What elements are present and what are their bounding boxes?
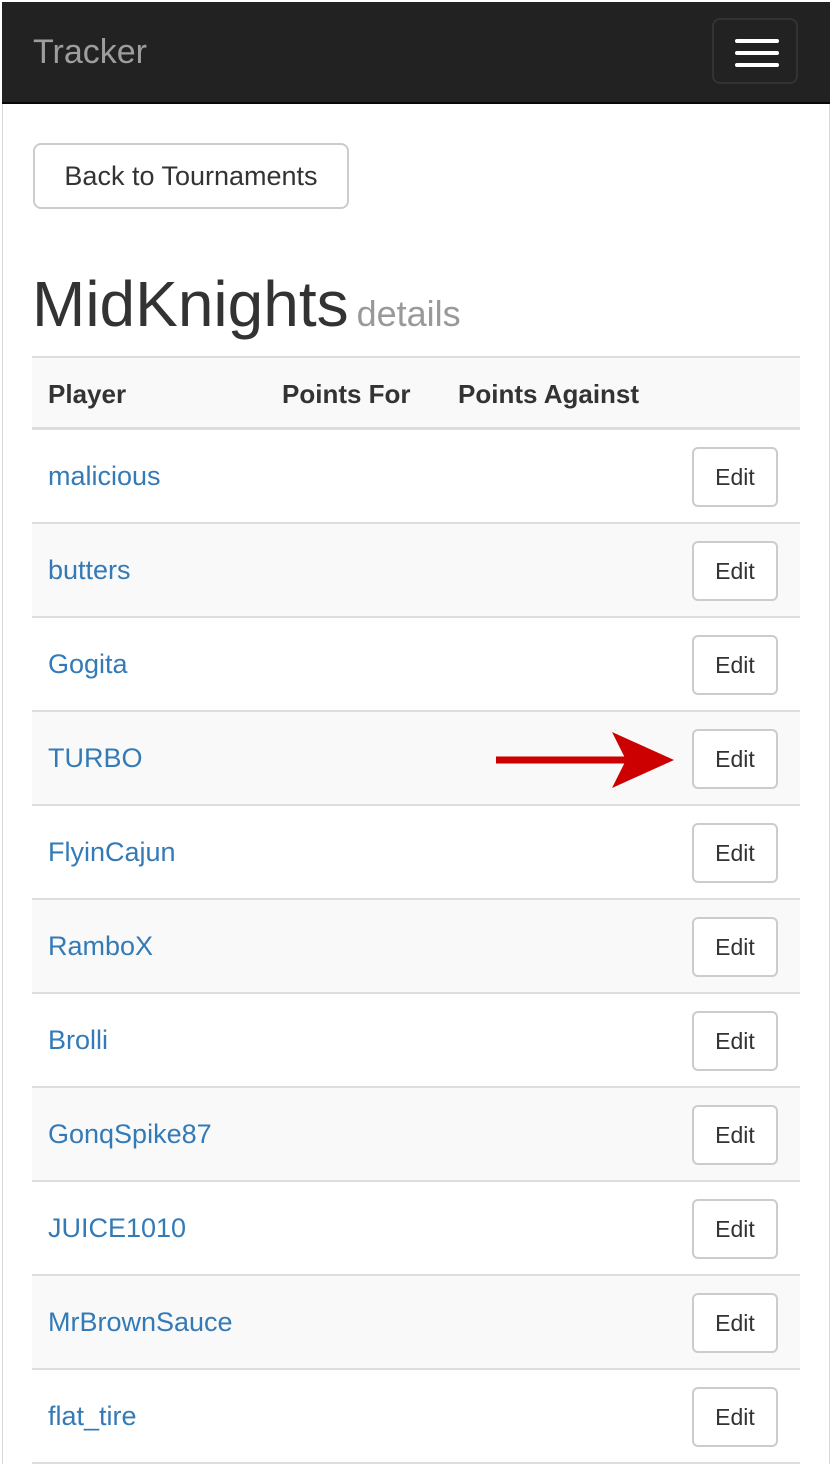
page-title-subtitle: details [356,293,461,334]
edit-button[interactable]: Edit [692,1293,778,1353]
edit-button[interactable]: Edit [692,447,778,507]
edit-button[interactable]: Edit [692,1387,778,1447]
table-row: butters Edit [32,524,800,618]
player-link[interactable]: butters [48,553,131,587]
player-link[interactable]: GonqSpike87 [48,1117,212,1151]
table-header: Player Points For Points Against [32,356,800,430]
player-link[interactable]: TURBO [48,741,143,775]
player-link[interactable]: FlyinCajun [48,835,176,869]
edit-button[interactable]: Edit [692,541,778,601]
page-title: MidKnights details [32,268,461,340]
hamburger-menu-icon [735,39,779,43]
edit-button[interactable]: Edit [692,823,778,883]
player-link[interactable]: MrBrownSauce [48,1305,233,1339]
edit-button[interactable]: Edit [692,729,778,789]
table-row: flat_tire Edit [32,1370,800,1464]
column-header-points-for: Points For [282,379,411,409]
hamburger-menu-icon [735,63,779,67]
navbar-brand[interactable]: Tracker [33,32,147,72]
navbar-toggle-button[interactable] [712,18,798,84]
hamburger-menu-icon [735,51,779,55]
player-link[interactable]: Brolli [48,1023,108,1057]
table-row: RamboX Edit [32,900,800,994]
edit-button[interactable]: Edit [692,917,778,977]
table-row: malicious Edit [32,430,800,524]
table-row: Gogita Edit [32,618,800,712]
table-row: TURBO Edit [32,712,800,806]
table-row: GonqSpike87 Edit [32,1088,800,1182]
player-link[interactable]: malicious [48,459,161,493]
table-row: FlyinCajun Edit [32,806,800,900]
column-header-points-against: Points Against [458,379,640,409]
player-link[interactable]: Gogita [48,647,128,681]
table-row: MrBrownSauce Edit [32,1276,800,1370]
player-link[interactable]: JUICE1010 [48,1211,186,1245]
edit-button[interactable]: Edit [692,635,778,695]
player-link[interactable]: flat_tire [48,1399,137,1433]
page-title-main: MidKnights [32,268,349,340]
column-header-player: Player [48,379,127,409]
players-table: Player Points For Points Against malicio… [32,356,800,1464]
edit-button[interactable]: Edit [692,1199,778,1259]
red-arrow-icon [496,732,674,788]
edit-button[interactable]: Edit [692,1105,778,1165]
back-to-tournaments-button[interactable]: Back to Tournaments [33,143,349,209]
player-link[interactable]: RamboX [48,929,153,963]
table-body: malicious Edit butters Edit Gogita Edit TURBO E… [32,430,800,1464]
edit-button[interactable]: Edit [692,1011,778,1071]
table-row: JUICE1010 Edit [32,1182,800,1276]
navbar: Tracker [2,2,830,104]
table-row: Brolli Edit [32,994,800,1088]
